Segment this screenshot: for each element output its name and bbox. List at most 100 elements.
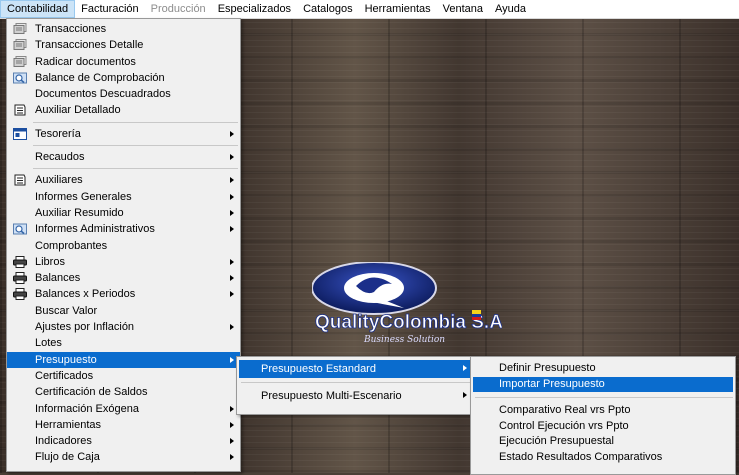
menu-item-label: Herramientas: [35, 418, 102, 431]
menu-item-label: Libros: [35, 255, 65, 268]
documents-icon: [13, 55, 27, 68]
menu-item-label: Transacciones: [35, 23, 107, 35]
menu-item-label: Importar Presupuesto: [499, 377, 605, 390]
menu-item-certificacion-de-saldos[interactable]: Certificación de Saldos: [7, 384, 240, 400]
menu-item-label: Informes Generales: [35, 190, 132, 203]
submenu-arrow-icon: [230, 275, 234, 282]
submenu-arrow-icon: [230, 405, 234, 412]
menu-item-documentos-descuadrados[interactable]: Documentos Descuadrados: [7, 86, 240, 102]
submenu-arrow-icon: [463, 365, 467, 371]
submenu-arrow-icon: [230, 454, 234, 461]
submenu-arrow-icon: [230, 356, 234, 363]
menu-item-recaudos[interactable]: Recaudos: [7, 149, 240, 165]
menu-item-transacciones-detalle[interactable]: Transacciones Detalle: [7, 37, 240, 53]
ledger-icon: [13, 174, 27, 186]
menu-separator: [475, 397, 733, 398]
menu-item-informes-generales[interactable]: Informes Generales: [7, 189, 240, 205]
menu-item-label: Balances x Periodos: [35, 288, 136, 301]
menu-item-label: Información Exógena: [35, 402, 139, 415]
submenu-arrow-icon: [230, 177, 234, 184]
menu-item-label: Certificados: [35, 369, 94, 382]
menu-item-balances[interactable]: Balances: [7, 270, 240, 286]
menubar-item-ayuda[interactable]: Ayuda: [489, 0, 532, 18]
menu-item-libros[interactable]: Libros: [7, 254, 240, 270]
menu-item-comprobantes[interactable]: Comprobantes: [7, 238, 240, 254]
menu-item-label: Presupuesto Multi-Escenario: [261, 390, 402, 402]
menu-item-label: Presupuesto: [35, 353, 97, 366]
menu-item-label: Estado Resultados Comparativos: [499, 450, 663, 463]
submenu-arrow-icon: [230, 421, 234, 428]
menu-item-presupuesto[interactable]: Presupuesto: [7, 351, 240, 368]
menu-item-indicadores[interactable]: Indicadores: [7, 433, 240, 449]
menu-item-buscar-valor[interactable]: Buscar Valor: [7, 303, 240, 319]
menu-item-comparativo-real-vrs-ppto[interactable]: Comparativo Real vrs Ppto: [473, 403, 733, 419]
menu-item-label: Informes Administrativos: [35, 223, 155, 236]
menu-item-label: Auxiliar Resumido: [35, 206, 124, 219]
menu-item-radicar-documentos[interactable]: Radicar documentos: [7, 54, 240, 70]
menu-item-label: Balances: [35, 272, 81, 285]
printer-icon: [13, 288, 27, 301]
menu-item-presupuesto-multi-escenario[interactable]: Presupuesto Multi-Escenario: [239, 387, 473, 405]
menu-item-informes-administrativos[interactable]: Informes Administrativos: [7, 221, 240, 237]
menu-item-herramientas[interactable]: Herramientas: [7, 417, 240, 433]
menu-item-label: Lotes: [35, 337, 62, 350]
menubar-item-contabilidad[interactable]: Contabilidad: [0, 0, 76, 18]
menu-item-definir-presupuesto[interactable]: Definir Presupuesto: [473, 361, 733, 377]
menu-item-tesoreria[interactable]: Tesorería: [7, 126, 240, 142]
quality-colombia-logo: QualityColombia S.A. Business Solution: [312, 262, 502, 345]
submenu-arrow-icon: [230, 130, 234, 137]
submenu-arrow-icon: [463, 392, 467, 398]
menu-item-label: Comprobantes: [35, 239, 108, 252]
menu-item-label: Presupuesto Estandard: [261, 363, 376, 375]
menu-item-presupuesto-estandard[interactable]: Presupuesto Estandard: [239, 360, 473, 378]
documents-icon: [13, 39, 27, 51]
menu-item-label: Comparativo Real vrs Ppto: [499, 404, 631, 416]
menu-item-transacciones[interactable]: Transacciones: [7, 21, 240, 37]
submenu-arrow-icon: [230, 324, 234, 331]
menu-item-ejecucion-presupuestal[interactable]: Ejecución Presupuestal: [473, 434, 733, 450]
printer-icon: [13, 272, 27, 285]
menu-item-balances-x-periodos[interactable]: Balances x Periodos: [7, 286, 240, 302]
menu-item-estado-resultados-comparativos[interactable]: Estado Resultados Comparativos: [473, 450, 733, 466]
submenu-arrow-icon: [230, 226, 234, 233]
submenu-arrow-icon: [230, 193, 234, 200]
ledger-icon: [13, 104, 27, 116]
menu-item-label: Indicadores: [35, 435, 92, 448]
menu-item-label: Documentos Descuadrados: [35, 88, 171, 101]
menu-item-lotes[interactable]: Lotes: [7, 335, 240, 351]
menu-item-label: Certificación de Saldos: [35, 386, 148, 399]
magnifier-icon: [13, 72, 27, 84]
submenu-arrow-icon: [230, 291, 234, 298]
menu-item-label: Buscar Valor: [35, 304, 98, 317]
logo-tagline-text: Business Solution: [363, 335, 445, 345]
menu-item-certificados[interactable]: Certificados: [7, 368, 240, 384]
submenu-arrow-icon: [230, 154, 234, 161]
documents-icon: [13, 23, 27, 35]
menu-item-auxiliar-detallado[interactable]: Auxiliar Detallado: [7, 102, 240, 118]
menu-item-flujo-de-caja[interactable]: Flujo de Caja: [7, 449, 240, 465]
menu-separator: [33, 168, 238, 170]
menu-item-ajustes-por-inflacion[interactable]: Ajustes por Inflación: [7, 319, 240, 335]
menu-separator: [241, 382, 473, 383]
menu-item-label: Transacciones Detalle: [35, 39, 144, 52]
menu-item-label: Balance de Comprobación: [35, 71, 165, 84]
menubar-item-facturacion[interactable]: Facturación: [75, 0, 144, 18]
menu-item-label: Flujo de Caja: [35, 451, 100, 464]
submenu-arrow-icon: [230, 209, 234, 216]
menubar-item-catalogos[interactable]: Catalogos: [297, 0, 359, 18]
menu-item-balance-de-comprobacion[interactable]: Balance de Comprobación: [7, 70, 240, 86]
menu-item-control-ejecucion-vrs-ppto[interactable]: Control Ejecución vrs Ppto: [473, 419, 733, 435]
menubar-item-ventana[interactable]: Ventana: [437, 0, 489, 18]
menu-item-label: Recaudos: [35, 151, 85, 164]
menu-item-auxiliares[interactable]: Auxiliares: [7, 172, 240, 188]
magnifier-icon: [13, 223, 27, 235]
menu-item-importar-presupuesto[interactable]: Importar Presupuesto: [473, 376, 733, 392]
menu-bar: Contabilidad Facturación Producción Especia…: [0, 0, 739, 19]
menubar-item-especializados[interactable]: Especializados: [212, 0, 297, 18]
menu-item-informacion-exogena[interactable]: Información Exógena: [7, 401, 240, 417]
submenu-arrow-icon: [230, 438, 234, 445]
presupuesto-estandard-submenu: Definir Presupuesto Importar Presupuesto C…: [470, 356, 736, 475]
menubar-item-produccion[interactable]: Producción: [145, 0, 212, 18]
menu-item-auxiliar-resumido[interactable]: Auxiliar Resumido: [7, 205, 240, 221]
menubar-item-herramientas[interactable]: Herramientas: [359, 0, 437, 18]
